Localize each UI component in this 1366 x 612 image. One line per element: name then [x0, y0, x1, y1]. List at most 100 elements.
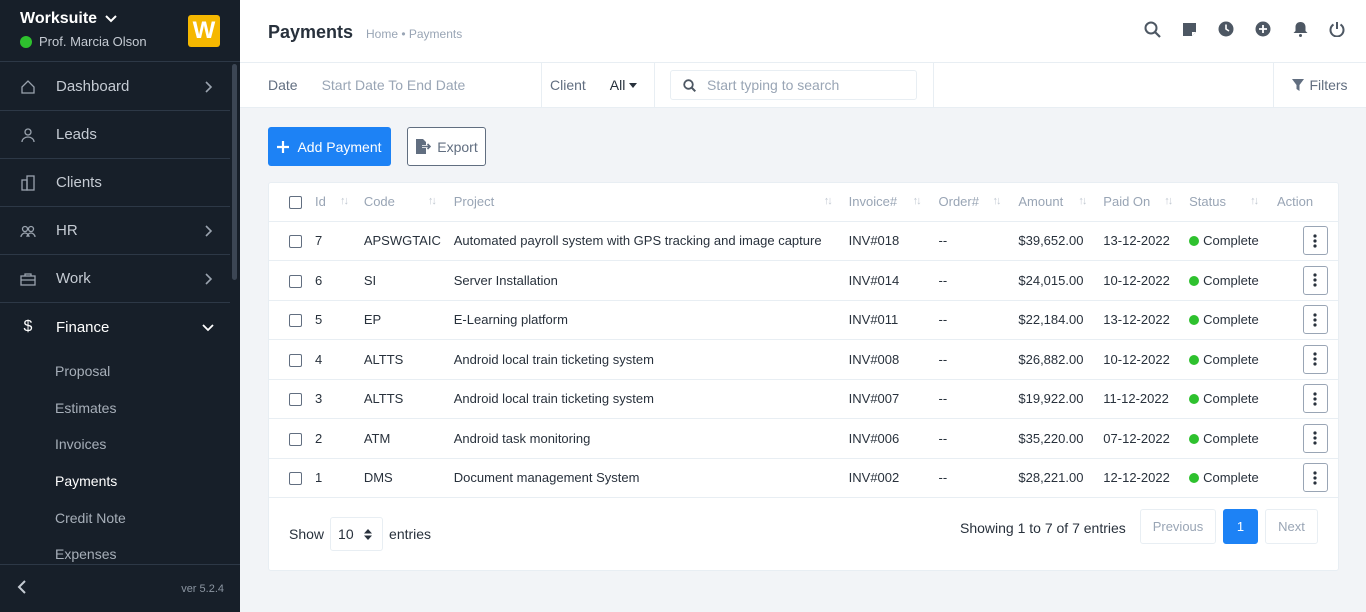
sidebar-item-clients[interactable]: Clients	[0, 159, 230, 207]
row-checkbox[interactable]	[289, 432, 302, 446]
export-button[interactable]: Export	[407, 127, 486, 166]
row-actions-button[interactable]	[1302, 463, 1328, 493]
cell-project-text[interactable]: E-Learning platform	[454, 312, 568, 327]
cell-invoice-text[interactable]: INV#011	[849, 312, 899, 327]
row-select-cell	[269, 260, 315, 301]
row-actions-button[interactable]	[1302, 226, 1328, 256]
select-all-checkbox[interactable]	[289, 196, 302, 210]
search-input[interactable]	[707, 77, 907, 93]
table-row[interactable]: 6 SI Server Installation INV#014 -- $24,015.0…	[269, 260, 1338, 301]
table-row[interactable]: 2 ATM Android task monitoring INV#006 -- $35,…	[269, 418, 1338, 459]
cell-id: 2	[314, 418, 364, 459]
cell-code: EP	[363, 300, 454, 340]
previous-page-button[interactable]: Previous	[1140, 509, 1216, 544]
cell-status: Complete	[1189, 458, 1277, 498]
date-range-input[interactable]: Start Date To End Date	[322, 77, 466, 93]
file-export-icon	[416, 139, 432, 154]
column-header-label: Project	[453, 194, 495, 210]
sidebar-footer: ver 5.2.4	[0, 564, 240, 612]
collapse-sidebar-icon[interactable]	[16, 580, 28, 597]
row-actions-button[interactable]	[1302, 265, 1328, 295]
status-text: Complete	[1203, 351, 1259, 367]
cell-order: --	[938, 300, 1019, 340]
company-switcher[interactable]: Worksuite	[20, 10, 117, 28]
cell-invoice-text[interactable]: INV#006	[849, 431, 900, 446]
row-checkbox[interactable]	[289, 353, 302, 367]
sidebar-subitem-proposal[interactable]: Proposal	[0, 353, 230, 390]
sidebar-item-work[interactable]: Work	[0, 255, 230, 303]
status-text: Complete	[1203, 233, 1259, 249]
page-button[interactable]: 1	[1223, 509, 1258, 544]
table-row[interactable]: 4 ALTTS Android local train ticketing syst…	[269, 339, 1338, 380]
row-checkbox[interactable]	[289, 274, 302, 288]
row-actions-button[interactable]	[1302, 423, 1328, 453]
table-row[interactable]: 3 ALTTS Android local train ticketing syst…	[269, 379, 1338, 419]
column-header-order[interactable]: Order# ↑↓	[938, 183, 1019, 222]
user-name: Prof. Marcia Olson	[39, 34, 147, 49]
search-box[interactable]	[670, 70, 917, 100]
cell-invoice-text[interactable]: INV#002	[849, 470, 900, 485]
column-header-status[interactable]: Status ↑↓	[1189, 183, 1277, 222]
cell-order: --	[938, 458, 1019, 498]
sticky-note-icon[interactable]	[1180, 20, 1198, 38]
cell-amount: $28,221.00	[1018, 458, 1104, 498]
cell-invoice-text[interactable]: INV#018	[849, 233, 900, 248]
cell-invoice-text[interactable]: INV#007	[849, 391, 900, 406]
row-checkbox[interactable]	[289, 393, 302, 407]
bell-icon[interactable]	[1291, 20, 1309, 38]
cell-project-text[interactable]: Android task monitoring	[454, 431, 591, 446]
row-actions-button[interactable]	[1302, 384, 1328, 414]
column-header-project[interactable]: Project ↑↓	[453, 183, 849, 222]
plus-circle-icon[interactable]	[1254, 20, 1272, 38]
sidebar-item-hr[interactable]: HR	[0, 207, 230, 255]
clock-icon[interactable]	[1217, 20, 1235, 38]
sidebar-menu: Dashboard Leads Clients HR Work $ Financ…	[0, 63, 230, 573]
power-icon[interactable]	[1328, 20, 1346, 38]
cell-project-text[interactable]: Server Installation	[454, 273, 558, 288]
column-header-invoice[interactable]: Invoice# ↑↓	[848, 183, 939, 222]
cell-project-text[interactable]: Android local train ticketing system	[454, 391, 654, 406]
cell-invoice-text[interactable]: INV#008	[849, 352, 900, 367]
cell-project-text[interactable]: Android local train ticketing system	[454, 352, 654, 367]
table-row[interactable]: 7 APSWGTAIC Automated payroll system with …	[269, 221, 1338, 261]
cell-project-text[interactable]: Document management System	[454, 470, 640, 485]
add-payment-button[interactable]: Add Payment	[268, 127, 391, 166]
date-filter[interactable]: Date Start Date To End Date	[240, 63, 542, 107]
cell-project-text[interactable]: Automated payroll system with GPS tracki…	[454, 233, 822, 248]
column-header-paid-on[interactable]: Paid On ↑↓	[1103, 183, 1190, 222]
row-checkbox[interactable]	[289, 314, 302, 328]
cell-project: Document management System	[453, 458, 849, 498]
sidebar-subitem-estimates[interactable]: Estimates	[0, 390, 230, 427]
sidebar-item-leads[interactable]: Leads	[0, 111, 230, 159]
sidebar-subitem-invoices[interactable]: Invoices	[0, 426, 230, 463]
row-checkbox[interactable]	[289, 472, 302, 486]
status-dot-icon	[1189, 354, 1200, 365]
sidebar-scrollbar[interactable]	[232, 64, 237, 280]
cell-order: --	[938, 418, 1019, 459]
column-header-code[interactable]: Code ↑↓	[363, 183, 454, 222]
finance-submenu: Proposal Estimates Invoices Payments Cre…	[0, 351, 230, 573]
sidebar-subitem-payments[interactable]: Payments	[0, 463, 230, 500]
row-actions-button[interactable]	[1302, 305, 1328, 335]
app-logo[interactable]: W	[188, 15, 220, 47]
current-user[interactable]: Prof. Marcia Olson	[20, 34, 147, 49]
column-header-id[interactable]: Id ↑↓	[314, 183, 364, 222]
sidebar-item-finance[interactable]: $ Finance	[0, 303, 230, 351]
sidebar-subitem-credit-note[interactable]: Credit Note	[0, 499, 230, 536]
breadcrumb[interactable]: Home • Payments	[366, 27, 462, 41]
cell-invoice-text[interactable]: INV#014	[849, 273, 900, 288]
page-length-select[interactable]: 10	[330, 517, 384, 551]
sidebar-item-dashboard[interactable]: Dashboard	[0, 63, 230, 111]
row-checkbox[interactable]	[289, 235, 302, 249]
status-text: Complete	[1203, 312, 1259, 328]
row-actions-button[interactable]	[1302, 344, 1328, 374]
table-row[interactable]: 5 EP E-Learning platform INV#011 -- $22,184.0…	[269, 300, 1338, 340]
user-icon	[20, 127, 36, 143]
search-icon[interactable]	[1143, 20, 1161, 38]
table-row[interactable]: 1 DMS Document management System INV#002 -- $…	[269, 458, 1338, 498]
column-header-amount[interactable]: Amount ↑↓	[1018, 183, 1104, 222]
filters-button[interactable]: Filters	[1273, 63, 1366, 107]
next-page-button[interactable]: Next	[1265, 509, 1318, 544]
client-filter[interactable]: Client All	[542, 63, 655, 107]
client-select[interactable]: All	[610, 77, 638, 93]
